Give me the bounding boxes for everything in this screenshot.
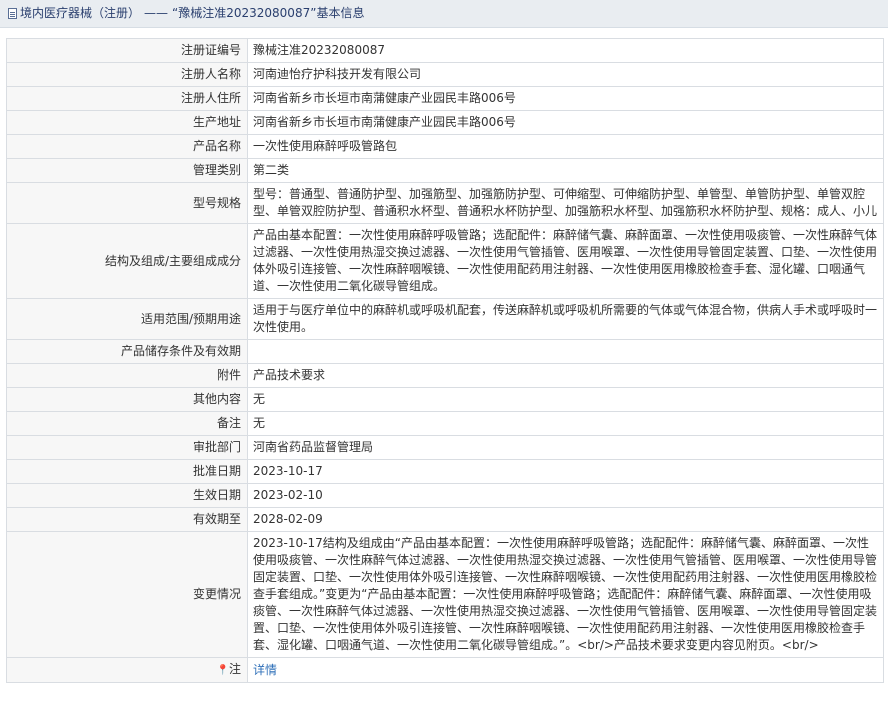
table-row: 生效日期 2023-02-10: [6, 483, 884, 508]
note-value-cell: 详情: [247, 657, 884, 683]
table-row: 变更情况 2023-10-17结构及组成由“产品由基本配置：一次性使用麻醉呼吸管路…: [6, 531, 884, 658]
row-label: 注册证编号: [6, 38, 248, 63]
row-value: 型号：普通型、普通防护型、加强筋型、加强筋防护型、可伸缩型、可伸缩防护型、单管型…: [247, 182, 884, 224]
row-label: 管理类别: [6, 158, 248, 183]
row-label: 备注: [6, 411, 248, 436]
table-row: 批准日期 2023-10-17: [6, 459, 884, 484]
row-value: 第二类: [247, 158, 884, 183]
row-value: 2023-02-10: [247, 483, 884, 508]
pin-icon: 📍: [216, 665, 229, 676]
title-separator: ——: [144, 6, 169, 20]
row-value: [247, 339, 884, 364]
table-row: 注册人名称 河南迪怡疗护科技开发有限公司: [6, 62, 884, 87]
row-label: 产品储存条件及有效期: [6, 339, 248, 364]
table-row: 产品储存条件及有效期: [6, 339, 884, 364]
table-row: 备注无: [6, 411, 884, 436]
table-row: 其他内容无: [6, 387, 884, 412]
row-value: 河南省药品监督管理局: [247, 435, 884, 460]
row-value: 一次性使用麻醉呼吸管路包: [247, 134, 884, 159]
table-row: 附件 产品技术要求: [6, 363, 884, 388]
table-row: 生产地址 河南省新乡市长垣市南蒲健康产业园民丰路006号: [6, 110, 884, 135]
table-row: 管理类别 第二类: [6, 158, 884, 183]
title-category: 境内医疗器械（注册）: [20, 6, 141, 20]
row-value: 2023-10-17结构及组成由“产品由基本配置：一次性使用麻醉呼吸管路；选配配…: [247, 531, 884, 658]
row-value: 产品由基本配置：一次性使用麻醉呼吸管路；选配配件：麻醉储气囊、麻醉面罩、一次性使…: [247, 223, 884, 299]
row-value: 适用于与医疗单位中的麻醉机或呼吸机配套，传送麻醉机或呼吸机所需要的气体或气体混合…: [247, 298, 884, 340]
row-label: 有效期至: [6, 507, 248, 532]
row-label: 生产地址: [6, 110, 248, 135]
row-value: 无: [247, 411, 884, 436]
table-row: 有效期至 2028-02-09: [6, 507, 884, 532]
table-row: 注册人住所 河南省新乡市长垣市南蒲健康产业园民丰路006号: [6, 86, 884, 111]
row-label: 注册人住所: [6, 86, 248, 111]
row-value: 河南迪怡疗护科技开发有限公司: [247, 62, 884, 87]
row-label: 结构及组成/主要组成成分: [6, 223, 248, 299]
row-value: 河南省新乡市长垣市南蒲健康产业园民丰路006号: [247, 110, 884, 135]
page-title-bar: 境内医疗器械（注册） —— “豫械注准20232080087” 基本信息: [0, 0, 888, 28]
row-label: 型号规格: [6, 182, 248, 224]
row-value: 无: [247, 387, 884, 412]
note-row: 📍注 详情: [6, 657, 884, 683]
table-row: 结构及组成/主要组成成分 产品由基本配置：一次性使用麻醉呼吸管路；选配配件：麻醉储…: [6, 223, 884, 299]
info-table: 注册证编号 豫械注准20232080087 注册人名称 河南迪怡疗护科技开发有限公司注…: [6, 38, 884, 683]
row-label: 生效日期: [6, 483, 248, 508]
table-row: 型号规格 型号：普通型、普通防护型、加强筋型、加强筋防护型、可伸缩型、可伸缩防护型…: [6, 182, 884, 224]
row-value: 河南省新乡市长垣市南蒲健康产业园民丰路006号: [247, 86, 884, 111]
row-label: 变更情况: [6, 531, 248, 658]
row-label: 审批部门: [6, 435, 248, 460]
document-icon: [8, 8, 17, 19]
table-row: 审批部门 河南省药品监督管理局: [6, 435, 884, 460]
title-suffix: 基本信息: [316, 6, 365, 20]
row-label: 批准日期: [6, 459, 248, 484]
row-label: 其他内容: [6, 387, 248, 412]
details-link[interactable]: 详情: [253, 663, 277, 677]
title-reg-number: “豫械注准20232080087”: [172, 6, 317, 20]
row-label: 附件: [6, 363, 248, 388]
content-area: 注册证编号 豫械注准20232080087 注册人名称 河南迪怡疗护科技开发有限公司注…: [0, 28, 888, 683]
row-label: 注册人名称: [6, 62, 248, 87]
row-value: 产品技术要求: [247, 363, 884, 388]
row-value: 2023-10-17: [247, 459, 884, 484]
table-row: 产品名称 一次性使用麻醉呼吸管路包: [6, 134, 884, 159]
table-row: 适用范围/预期用途 适用于与医疗单位中的麻醉机或呼吸机配套，传送麻醉机或呼吸机所需…: [6, 298, 884, 340]
note-label: 注: [228, 662, 241, 676]
row-label: 产品名称: [6, 134, 248, 159]
note-label-cell: 📍注: [6, 657, 248, 683]
row-value: 2028-02-09: [247, 507, 884, 532]
row-label: 适用范围/预期用途: [6, 298, 248, 340]
row-value: 豫械注准20232080087: [247, 38, 884, 63]
table-row: 注册证编号 豫械注准20232080087: [6, 38, 884, 63]
